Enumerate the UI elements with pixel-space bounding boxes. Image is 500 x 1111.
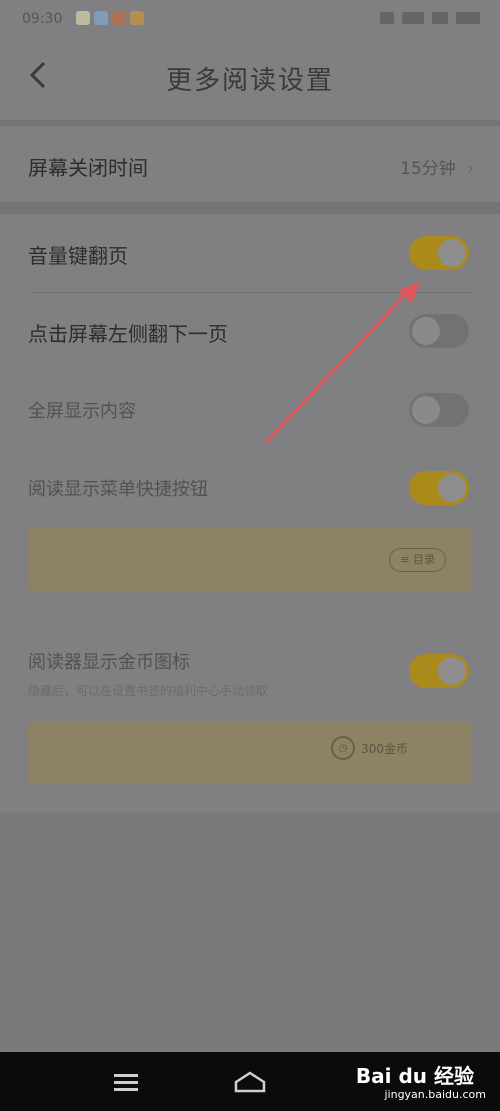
system-icons xyxy=(380,12,480,24)
setting-label: 点击屏幕左侧翻下一页 xyxy=(28,322,228,346)
screen: 09:30 更多阅读设置 屏幕关闭时间 15分钟 › 音量键翻页 点击屏幕左侧翻… xyxy=(0,0,500,1111)
coin-pill-text: 300金币 xyxy=(361,741,408,756)
toggle-knob xyxy=(438,657,466,685)
nav-bar: 更多阅读设置 xyxy=(0,40,500,120)
app-icon-2 xyxy=(94,11,108,25)
setting-label: 音量键翻页 xyxy=(28,244,128,268)
coin-pill: ◷ 300金币 xyxy=(331,736,408,760)
system-nav-bar: Bai du 经验 jingyan.baidu.com xyxy=(0,1052,500,1111)
tap-left-toggle[interactable] xyxy=(409,314,469,348)
wifi-icon xyxy=(432,12,448,24)
bottom-band xyxy=(0,812,500,1052)
screen-off-time-row[interactable]: 屏幕关闭时间 15分钟 › xyxy=(0,126,500,202)
app-icon-3 xyxy=(112,11,126,25)
screen-off-value-text: 15分钟 xyxy=(400,159,456,179)
vibrate-icon xyxy=(380,12,394,24)
screen-off-value: 15分钟 › xyxy=(400,154,474,179)
notification-icons xyxy=(76,11,144,25)
coin-icon-toggle[interactable] xyxy=(409,654,469,688)
toggle-knob xyxy=(438,474,466,502)
toggle-knob xyxy=(412,317,440,345)
signal-icon xyxy=(402,12,424,24)
setting-label: 阅读显示菜单快捷按钮 xyxy=(28,479,208,500)
toggle-knob xyxy=(412,396,440,424)
battery-icon xyxy=(456,12,480,24)
setting-row-menu-shortcut: 阅读显示菜单快捷按钮 xyxy=(0,449,500,527)
coin-subtext: 隐藏后，可以在设置书签的福利中心手动领取 xyxy=(28,684,269,698)
status-bar: 09:30 xyxy=(0,0,500,40)
setting-row-fullscreen: 全屏显示内容 xyxy=(0,371,500,449)
menu-shortcut-preview: ≡ 目录 xyxy=(28,527,472,591)
setting-row-tap-left: 点击屏幕左侧翻下一页 xyxy=(0,293,500,371)
home-button[interactable] xyxy=(230,1052,270,1111)
chevron-right-icon: › xyxy=(467,159,474,179)
menu-button[interactable] xyxy=(108,1052,144,1111)
page-title: 更多阅读设置 xyxy=(165,66,334,96)
watermark-url: jingyan.baidu.com xyxy=(384,1088,486,1101)
home-icon xyxy=(234,1071,266,1092)
app-icon-1 xyxy=(76,11,90,25)
volume-key-toggle[interactable] xyxy=(409,236,469,270)
setting-row-coin-icon: 阅读器显示金币图标 隐藏后，可以在设置书签的福利中心手动领取 xyxy=(0,636,500,706)
coin-preview: ◷ 300金币 xyxy=(28,722,472,784)
menu-icon xyxy=(114,1073,138,1091)
row-divider xyxy=(28,620,472,621)
fullscreen-toggle[interactable] xyxy=(409,393,469,427)
menu-shortcut-toggle[interactable] xyxy=(409,471,469,505)
setting-row-volume-key: 音量键翻页 xyxy=(0,214,500,292)
coin-icon: ◷ xyxy=(331,736,356,760)
section-divider xyxy=(0,202,500,214)
catalog-pill: ≡ 目录 xyxy=(389,548,446,572)
toggle-knob xyxy=(438,239,466,267)
status-time: 09:30 xyxy=(22,11,63,27)
app-icon-4 xyxy=(130,11,144,25)
screen-off-label: 屏幕关闭时间 xyxy=(28,156,148,180)
setting-label: 阅读器显示金币图标 xyxy=(28,652,190,673)
watermark-brand: Bai du 经验 xyxy=(355,1064,474,1088)
setting-label: 全屏显示内容 xyxy=(28,401,136,422)
